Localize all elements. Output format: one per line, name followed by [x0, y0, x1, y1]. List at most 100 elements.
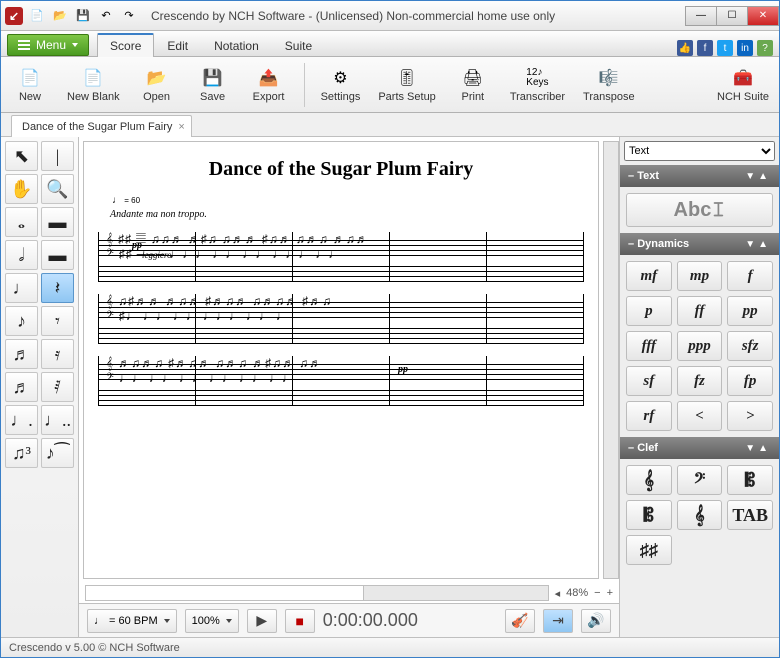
tool-bar[interactable]: | [41, 141, 74, 171]
print-icon: 🖨 [461, 67, 485, 89]
help-icon[interactable]: ? [757, 40, 773, 56]
prev-page-icon[interactable]: ◂ [555, 587, 561, 600]
window-title: Crescendo by NCH Software - (Unlicensed)… [143, 9, 686, 23]
section-label: Text [637, 170, 659, 182]
play-button[interactable]: ▶ [247, 609, 277, 633]
record-button[interactable]: ■ [285, 609, 315, 633]
tool-hand[interactable]: ✋ [5, 174, 38, 204]
open-button[interactable]: 📂Open [136, 65, 178, 105]
clef-2-button[interactable]: 𝄡 [727, 465, 773, 495]
dynamic-ff-button[interactable]: ff [677, 296, 723, 326]
tool-half-note[interactable]: 𝅗𝅥 [5, 240, 38, 270]
status-bar: Crescendo v 5.00 © NCH Software [1, 637, 779, 657]
tool-eighth-note[interactable]: ♪ [5, 306, 38, 336]
settings-button[interactable]: ⚙Settings [319, 65, 363, 105]
dynamic-ppp-button[interactable]: ppp [677, 331, 723, 361]
new-button[interactable]: 📄New [9, 65, 51, 105]
horizontal-scrollbar[interactable] [85, 585, 549, 601]
tool-thirtysecond-note[interactable]: ♬ [5, 372, 38, 402]
close-button[interactable]: ✕ [747, 6, 779, 26]
close-tab-icon[interactable]: × [178, 121, 184, 133]
tool-zoom[interactable]: 🔍 [41, 174, 74, 204]
transpose-button[interactable]: 🎼Transpose [581, 65, 637, 105]
score-title: Dance of the Sugar Plum Fairy [98, 158, 584, 181]
export-button[interactable]: 📤 Export [248, 65, 290, 105]
parts-setup-button[interactable]: 🎚Parts Setup [376, 65, 437, 105]
tool-sixteenth-rest[interactable]: 𝄿 [41, 339, 74, 369]
clef-6-button[interactable]: ♯♯ [626, 535, 672, 565]
qat-new-icon[interactable]: 📄 [27, 6, 47, 26]
dynamic-mp-button[interactable]: mp [677, 261, 723, 291]
tool-tie[interactable]: ♪⁀ [41, 438, 74, 468]
tool-quarter-rest[interactable]: 𝄽 [41, 273, 74, 303]
dynamic-rf-button[interactable]: rf [626, 401, 672, 431]
dynamic-fff-button[interactable]: fff [626, 331, 672, 361]
dynamic-sf-button[interactable]: sf [626, 366, 672, 396]
tool-thirtysecond-rest[interactable]: 𝅀 [41, 372, 74, 402]
qat-undo-icon[interactable]: ↶ [96, 6, 116, 26]
twitter-icon[interactable]: t [717, 40, 733, 56]
sound-button[interactable]: 🔊 [581, 609, 611, 633]
zoom-in-icon[interactable]: + [607, 587, 613, 599]
tool-quarter-note[interactable]: ♩ [5, 273, 38, 303]
qat-save-icon[interactable]: 💾 [73, 6, 93, 26]
section-dynamics-header[interactable]: – Dynamics▼▲ [620, 233, 779, 255]
save-button[interactable]: 💾Save [192, 65, 234, 105]
dynamic-sfz-button[interactable]: sfz [727, 331, 773, 361]
tool-sixteenth-note[interactable]: ♬ [5, 339, 38, 369]
dynamic-pp-button[interactable]: pp [727, 296, 773, 326]
score-canvas[interactable]: Dance of the Sugar Plum Fairy ♩ = 60 And… [83, 141, 599, 579]
dynamic--button[interactable]: < [677, 401, 723, 431]
tool-half-rest[interactable]: ▬ [41, 240, 74, 270]
section-text-header[interactable]: – Text▼▲ [620, 165, 779, 187]
tool-eighth-rest[interactable]: 𝄾 [41, 306, 74, 336]
tab-score[interactable]: Score [97, 33, 154, 57]
maximize-button[interactable]: ☐ [716, 6, 748, 26]
bpm-selector[interactable]: ♩= 60 BPM [87, 609, 177, 633]
tool-arrow[interactable]: ⬉ [5, 141, 38, 171]
like-icon[interactable]: 👍 [677, 40, 693, 56]
palette-category-select[interactable]: Text [624, 141, 775, 161]
dynamic-mf-button[interactable]: mf [626, 261, 672, 291]
minimize-button[interactable]: — [685, 6, 717, 26]
label: Export [253, 91, 285, 103]
dynamic-fz-button[interactable]: fz [677, 366, 723, 396]
tool-dotted[interactable]: ♩. [5, 405, 38, 435]
clef-4-button[interactable]: 𝄞 [677, 500, 723, 530]
playback-zoom[interactable]: 100% [185, 609, 239, 633]
main-menu-button[interactable]: Menu [7, 34, 89, 56]
text-cursor-icon: 𝙸 [711, 199, 725, 222]
facebook-icon[interactable]: f [697, 40, 713, 56]
qat-open-icon[interactable]: 📂 [50, 6, 70, 26]
dynamic-p-button[interactable]: p [626, 296, 672, 326]
tab-notation[interactable]: Notation [201, 33, 272, 57]
clef-3-button[interactable]: 𝄡 [626, 500, 672, 530]
clef-1-button[interactable]: 𝄢 [677, 465, 723, 495]
tool-whole-rest[interactable]: ▬ [41, 207, 74, 237]
export-icon: 📤 [257, 67, 281, 89]
tab-edit[interactable]: Edit [154, 33, 201, 57]
tool-double-dotted[interactable]: ♩.. [41, 405, 74, 435]
qat-redo-icon[interactable]: ↷ [119, 6, 139, 26]
section-clef-header[interactable]: – Clef▼▲ [620, 437, 779, 459]
instruments-button[interactable]: 🎻 [505, 609, 535, 633]
transcriber-button[interactable]: 12♪KeysTranscriber [508, 65, 567, 105]
tab-suite[interactable]: Suite [272, 33, 325, 57]
linkedin-icon[interactable]: in [737, 40, 753, 56]
new-blank-button[interactable]: 📄New Blank [65, 65, 122, 105]
text-tool-button[interactable]: Abc𝙸 [626, 193, 773, 227]
nch-suite-button[interactable]: 🧰NCH Suite [715, 65, 771, 105]
scroll-playback-button[interactable]: ⇥ [543, 609, 573, 633]
zoom-out-icon[interactable]: − [594, 587, 600, 599]
dynamic-f-button[interactable]: f [727, 261, 773, 291]
tool-tuplet[interactable]: ♫³ [5, 438, 38, 468]
clef-5-button[interactable]: TAB [727, 500, 773, 530]
document-tab[interactable]: Dance of the Sugar Plum Fairy × [11, 115, 192, 137]
print-button[interactable]: 🖨Print [452, 65, 494, 105]
dynamic-fp-button[interactable]: fp [727, 366, 773, 396]
tool-whole-note[interactable]: 𝅝 [5, 207, 38, 237]
label: Open [143, 91, 170, 103]
dynamic--button[interactable]: > [727, 401, 773, 431]
vertical-scrollbar[interactable] [603, 141, 619, 579]
clef-0-button[interactable]: 𝄞 [626, 465, 672, 495]
